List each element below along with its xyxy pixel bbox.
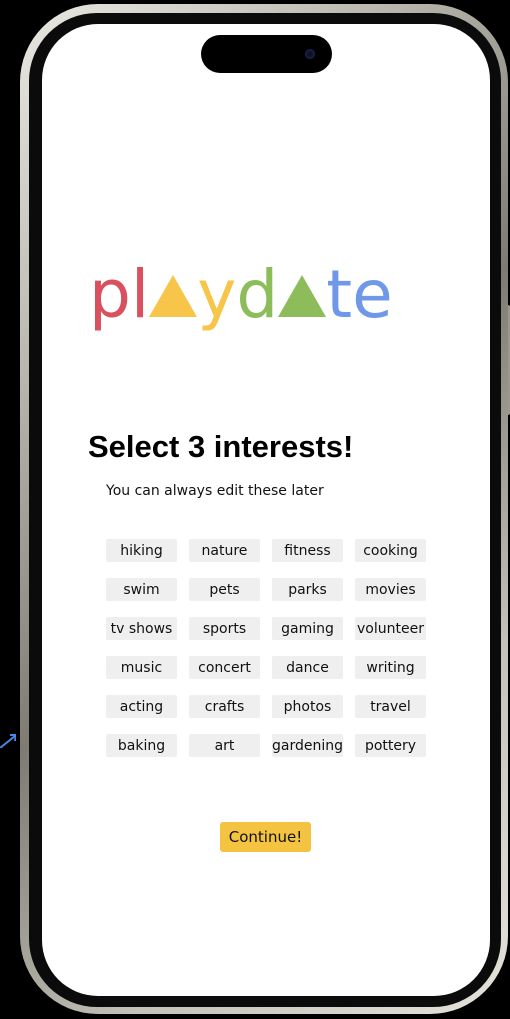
logo-triangle-yellow-icon <box>149 275 198 317</box>
interest-chip[interactable]: travel <box>355 695 426 718</box>
interest-chip[interactable]: gaming <box>272 617 343 640</box>
interest-chip[interactable]: movies <box>355 578 426 601</box>
interest-chip[interactable]: art <box>189 734 260 757</box>
logo-letter-l: l <box>130 256 150 333</box>
interest-chip[interactable]: tv shows <box>106 617 177 640</box>
interest-chip[interactable]: gardening <box>272 734 343 757</box>
interest-grid: hiking nature fitness cooking swim pets … <box>106 539 430 757</box>
logo-triangle-green-icon <box>278 275 327 317</box>
page-title: Select 3 interests! <box>88 429 354 464</box>
interest-chip[interactable]: hiking <box>106 539 177 562</box>
interest-chip[interactable]: dance <box>272 656 343 679</box>
camera-icon <box>305 49 315 59</box>
logo-letter-d: d <box>236 256 279 333</box>
interest-chip[interactable]: writing <box>355 656 426 679</box>
edge-arrow-icon <box>0 734 16 748</box>
interest-chip[interactable]: pottery <box>355 734 426 757</box>
logo-letter-y: y <box>197 256 237 333</box>
interest-chip[interactable]: cooking <box>355 539 426 562</box>
interest-chip[interactable]: baking <box>106 734 177 757</box>
interest-chip[interactable]: photos <box>272 695 343 718</box>
playdate-logo: p l y d te <box>89 262 449 352</box>
interest-chip[interactable]: concert <box>189 656 260 679</box>
interest-chip[interactable]: music <box>106 656 177 679</box>
logo-letter-p: p <box>89 256 131 333</box>
interest-chip[interactable]: crafts <box>189 695 260 718</box>
continue-button[interactable]: Continue! <box>220 822 311 852</box>
phone-screen: p l y d te Select 3 interests! You can a… <box>42 24 490 996</box>
interest-chip[interactable]: acting <box>106 695 177 718</box>
interest-chip[interactable]: volunteer <box>355 617 426 640</box>
interest-chip[interactable]: parks <box>272 578 343 601</box>
interest-chip[interactable]: fitness <box>272 539 343 562</box>
interest-chip[interactable]: nature <box>189 539 260 562</box>
page-subtitle: You can always edit these later <box>106 483 324 499</box>
dynamic-island <box>201 35 332 73</box>
interest-chip[interactable]: swim <box>106 578 177 601</box>
logo-letters-te: te <box>326 256 393 333</box>
interest-chip[interactable]: pets <box>189 578 260 601</box>
interest-chip[interactable]: sports <box>189 617 260 640</box>
